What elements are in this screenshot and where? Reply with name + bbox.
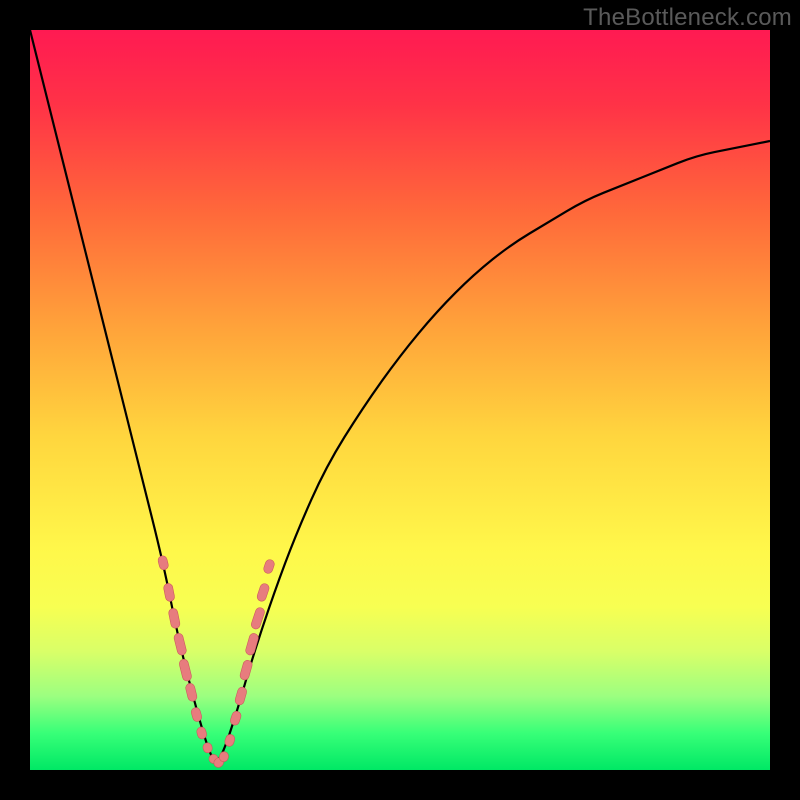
gradient-background: [30, 30, 770, 770]
watermark-text: TheBottleneck.com: [583, 4, 792, 32]
outer-frame: TheBottleneck.com: [0, 0, 800, 800]
plot-area: [30, 30, 770, 770]
chart-svg: [30, 30, 770, 770]
